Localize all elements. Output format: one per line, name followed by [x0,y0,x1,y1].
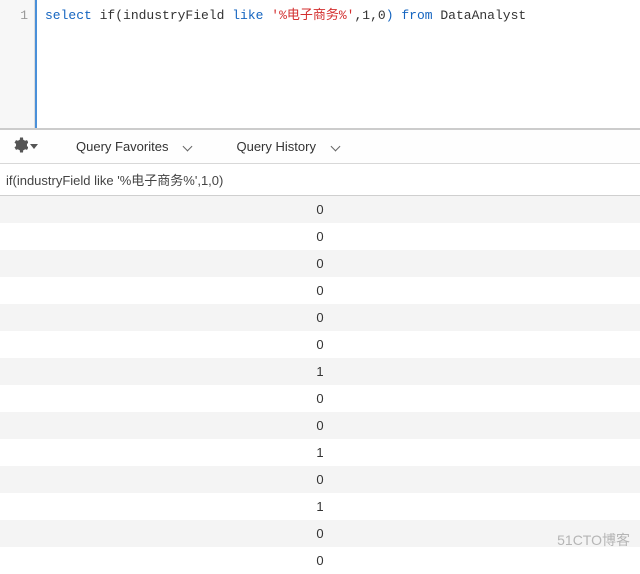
table-row[interactable]: 0 [0,196,640,223]
table-row[interactable]: 1 [0,358,640,385]
query-favorites-label: Query Favorites [76,139,168,154]
line-number: 1 [0,6,34,26]
table-name: DataAnalyst [433,8,527,23]
column-header[interactable]: if(industryField like '%电子商务%',1,0) [0,164,640,196]
table-row[interactable]: 0 [0,520,640,547]
code-args: ,1,0 [355,8,386,23]
results-toolbar: Query Favorites Query History [0,130,640,164]
table-row[interactable]: 0 [0,304,640,331]
settings-button[interactable] [8,135,42,158]
cell-value: 0 [316,310,323,325]
table-row[interactable]: 0 [0,250,640,277]
paren-close: ) [386,8,394,23]
gear-icon [12,137,28,156]
chevron-down-icon [330,142,340,152]
table-row[interactable]: 0 [0,385,640,412]
kw-from: from [401,8,432,23]
table-row[interactable]: 1 [0,493,640,520]
chevron-down-icon [182,142,192,152]
table-row[interactable]: 1 [0,439,640,466]
cell-value: 0 [316,418,323,433]
cell-value: 0 [316,229,323,244]
code-segment: if(industryField [92,8,232,23]
cell-value: 1 [316,499,323,514]
cell-value: 0 [316,283,323,298]
kw-select: select [45,8,92,23]
string-literal: '%电子商务%' [271,8,354,23]
cell-value: 0 [316,256,323,271]
query-history-button[interactable]: Query History [226,139,349,154]
query-history-label: Query History [236,139,315,154]
table-row[interactable]: 0 [0,223,640,250]
table-row[interactable]: 0 [0,331,640,358]
cell-value: 0 [316,472,323,487]
table-row[interactable]: 0 [0,466,640,493]
cell-value: 1 [316,445,323,460]
code-text[interactable]: select if(industryField like '%电子商务%',1,… [35,0,640,128]
cell-value: 0 [316,337,323,352]
sql-editor[interactable]: 1 select if(industryField like '%电子商务%',… [0,0,640,130]
cell-value: 0 [316,553,323,568]
table-row[interactable]: 0 [0,547,640,574]
line-gutter: 1 [0,0,35,128]
chevron-down-icon [30,144,38,149]
cell-value: 1 [316,364,323,379]
results-grid: if(industryField like '%电子商务%',1,0) 0 0 0 0… [0,164,640,574]
cell-value: 0 [316,526,323,541]
cell-value: 0 [316,391,323,406]
query-favorites-button[interactable]: Query Favorites [66,139,202,154]
cell-value: 0 [316,202,323,217]
kw-like: like [232,8,263,23]
table-row[interactable]: 0 [0,277,640,304]
watermark-text: 51CTO博客 [557,530,630,550]
table-row[interactable]: 0 [0,412,640,439]
